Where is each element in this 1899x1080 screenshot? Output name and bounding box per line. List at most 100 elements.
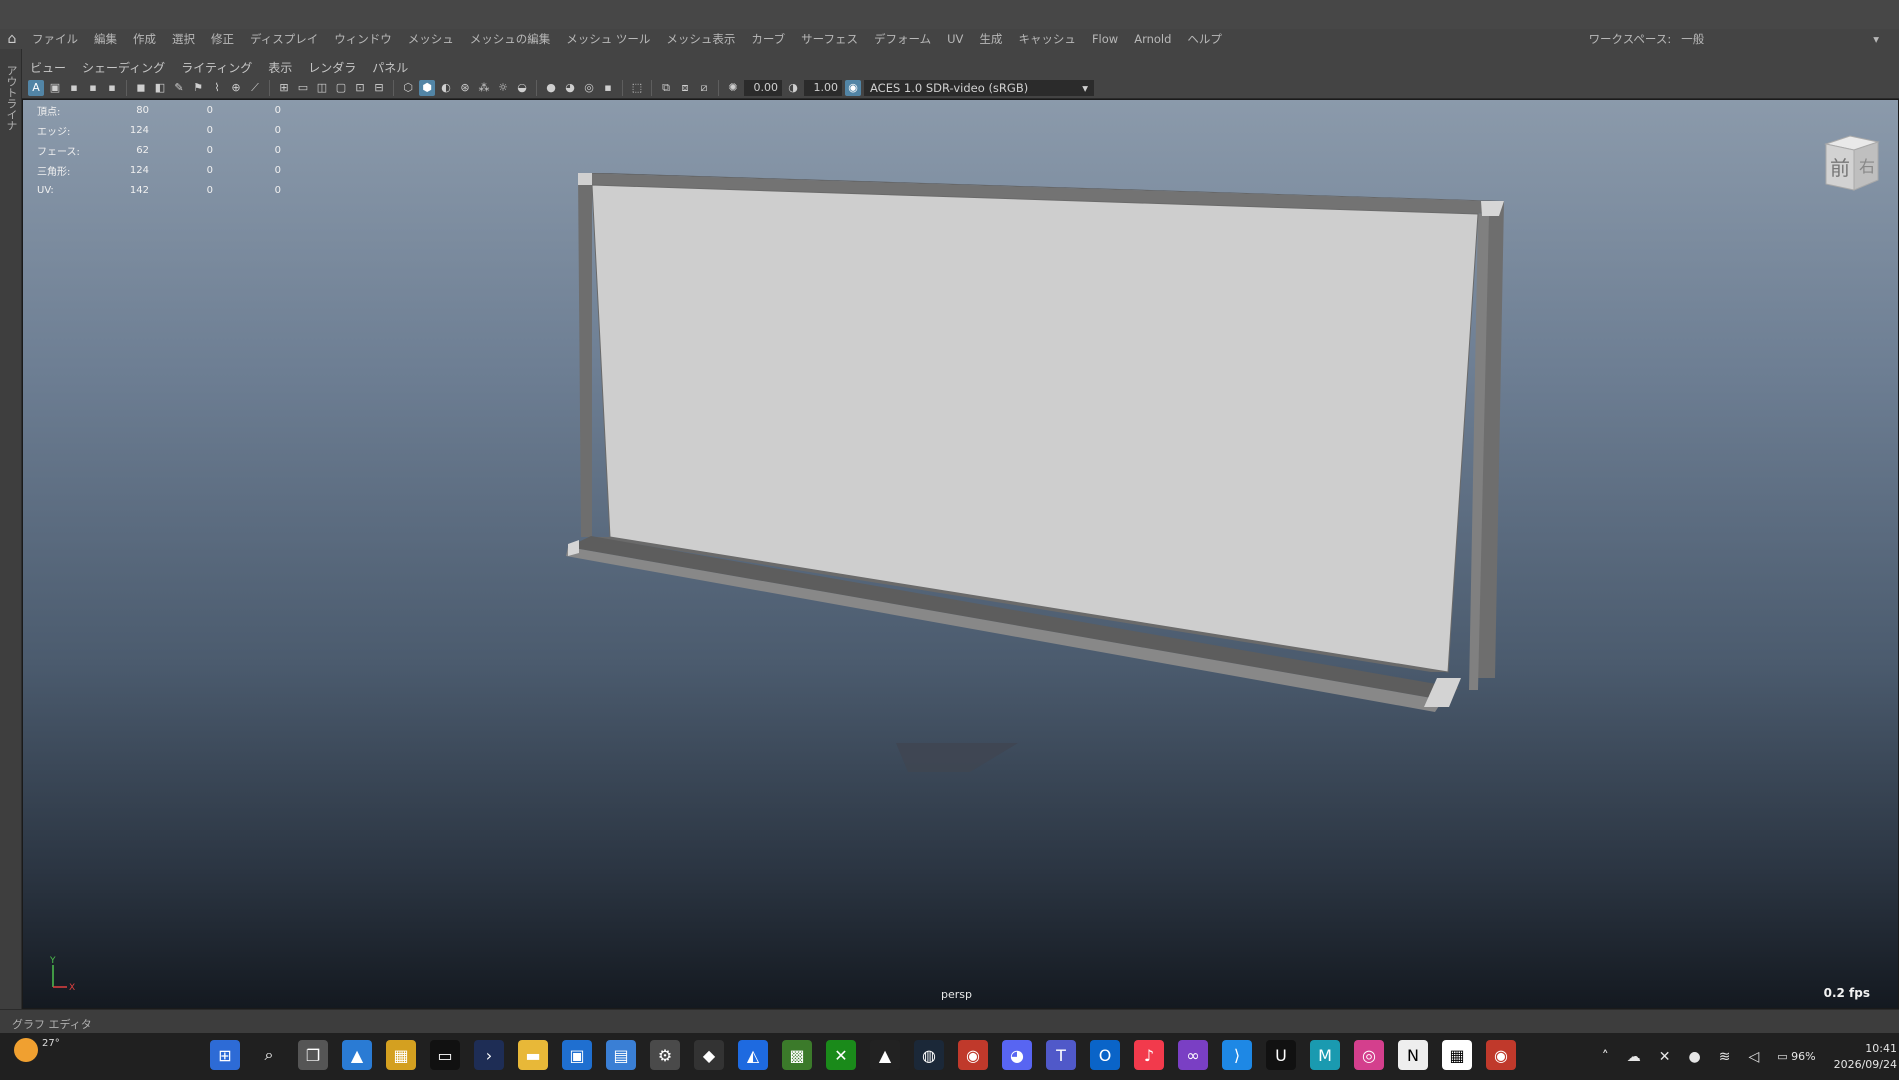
view-cube[interactable]: 前 右 [1816,130,1886,200]
view-transform-dropdown[interactable]: ACES 1.0 SDR-video (sRGB) ▾ [864,79,1094,96]
outlook-icon[interactable]: O [1090,1040,1120,1070]
paint-icon[interactable]: ⟋ [247,80,263,96]
field-chart-icon[interactable]: ⊡ [352,80,368,96]
chrome-icon[interactable]: ◉ [958,1040,988,1070]
textured-icon[interactable]: ⊛ [457,80,473,96]
minecraft-icon[interactable]: ▩ [782,1040,812,1070]
menu-modify[interactable]: 修正 [203,31,242,47]
viewcube-right-label[interactable]: 右 [1859,157,1875,176]
paint-icon[interactable]: ▦ [386,1040,416,1070]
steam-icon[interactable]: ◍ [914,1040,944,1070]
ambient-occlusion-icon[interactable]: ◒ [514,80,530,96]
workspace-value[interactable]: 一般 [1677,31,1867,47]
weather-widget[interactable]: 27° [14,1038,60,1062]
panel-menu-panels[interactable]: パネル [364,59,416,76]
teams-icon[interactable]: T [1046,1040,1076,1070]
menu-help[interactable]: ヘルプ [1179,31,1230,47]
affinity-icon[interactable]: ◭ [738,1040,768,1070]
workspace-selector[interactable]: ワークスペース: 一般 ▾ [1589,29,1879,49]
menu-surfaces[interactable]: サーフェス [793,31,866,47]
bookmark-icon[interactable]: ▪ [66,80,82,96]
menu-create[interactable]: 作成 [125,31,164,47]
terminal-icon[interactable]: ▭ [430,1040,460,1070]
menu-select[interactable]: 選択 [164,31,203,47]
panel-menu-view[interactable]: ビュー [22,59,74,76]
clock[interactable]: 10:41 2026/09/24 [1834,1041,1897,1073]
wifi-icon[interactable]: ≋ [1719,1049,1731,1065]
calendar-icon[interactable]: ▦ [1442,1040,1472,1070]
wireframe-on-shaded-icon[interactable]: ⊕ [228,80,244,96]
xray-joints-icon[interactable]: ⌇ [209,80,225,96]
default-material-icon[interactable]: ◐ [438,80,454,96]
epic-games-icon[interactable]: ▲ [870,1040,900,1070]
menu-cache[interactable]: キャッシュ [1010,31,1084,47]
chrome-2-icon[interactable]: ◉ [1486,1040,1516,1070]
select-camera-icon[interactable]: A [28,79,44,96]
xray-active-icon[interactable]: ⧉ [658,80,674,96]
color-management-icon[interactable]: ◉ [845,79,861,96]
menu-flow[interactable]: Flow [1084,32,1126,46]
panel-menu-shading[interactable]: シェーディング [74,59,173,76]
ms-store-icon[interactable]: ▣ [562,1040,592,1070]
safe-action-icon[interactable]: ⊟ [371,80,387,96]
menu-curves[interactable]: カーブ [743,31,793,47]
shadows-icon[interactable]: ☼ [495,80,511,96]
powershell-icon[interactable]: › [474,1040,504,1070]
menu-edit-mesh[interactable]: メッシュの編集 [462,31,559,47]
menu-uv[interactable]: UV [939,32,971,46]
gate-mask-icon[interactable]: ▢ [333,80,349,96]
xray-joints-toggle-icon[interactable]: ⧈ [677,80,693,96]
photos-icon[interactable]: ▲ [342,1040,372,1070]
backface-culling-icon[interactable]: ⧄ [696,80,712,96]
onedrive-icon[interactable]: ● [1689,1049,1701,1065]
menu-mesh-tools[interactable]: メッシュ ツール [558,31,658,47]
calculator-icon[interactable]: ▤ [606,1040,636,1070]
chevron-down-icon[interactable]: ▾ [1873,32,1879,46]
smooth-shade-icon[interactable]: ⬢ [419,79,435,96]
task-view-icon[interactable]: ❐ [298,1040,328,1070]
film-gate-icon[interactable]: ▭ [295,80,311,96]
visual-studio-icon[interactable]: ∞ [1178,1040,1208,1070]
xbox-icon[interactable]: ✕ [826,1040,856,1070]
exposure-icon[interactable]: ✺ [725,80,741,96]
music-icon[interactable]: ♪ [1134,1040,1164,1070]
file-explorer-icon[interactable]: ▬ [518,1040,548,1070]
menu-file[interactable]: ファイル [24,31,86,47]
menu-generate[interactable]: 生成 [971,31,1010,47]
gamma-field[interactable]: 1.00 [804,79,842,96]
graph-editor-tab[interactable]: グラフ エディタ [12,1016,92,1032]
menu-mesh[interactable]: メッシュ [400,31,462,47]
close-icon[interactable]: ✕ [1659,1049,1671,1065]
two-d-pan-icon[interactable]: ◧ [152,80,168,96]
grease-pencil-icon[interactable]: ✎ [171,80,187,96]
panel-menu-renderer[interactable]: レンダラ [300,59,364,76]
persp-viewport[interactable]: 頂点: 80 0 0 エッジ: 124 0 0 フェース: 62 0 0 三角形… [22,99,1899,1009]
menu-mesh-display[interactable]: メッシュ表示 [658,31,743,47]
panel-menu-lighting[interactable]: ライティング [173,59,260,76]
motion-blur-icon[interactable]: ● [543,80,559,96]
vscode-icon[interactable]: ⟩ [1222,1040,1252,1070]
windows-start-icon[interactable]: ⊞ [210,1040,240,1070]
chevron-up-icon[interactable]: ˄ [1602,1049,1609,1065]
xray-icon[interactable]: ⬚ [629,80,645,96]
menu-deform[interactable]: デフォーム [866,31,939,47]
resolution-gate-icon[interactable]: ◫ [314,80,330,96]
camera-icon[interactable]: ◼ [133,80,149,96]
exposure-field[interactable]: 0.00 [744,79,782,96]
lock-camera-icon[interactable]: ▣ [47,80,63,96]
camera-attributes-icon[interactable]: ▪ [104,80,120,96]
menu-edit[interactable]: 編集 [86,31,125,47]
cloud-icon[interactable]: ☁ [1627,1049,1641,1065]
grid-icon[interactable]: ⊞ [276,80,292,96]
menu-arnold[interactable]: Arnold [1126,32,1179,46]
wireframe-icon[interactable]: ⬡ [400,80,416,96]
outliner-tab[interactable]: アウトライナ [3,65,19,131]
home-icon[interactable]: ⌂ [0,29,24,49]
depth-of-field-icon[interactable]: ◎ [581,80,597,96]
anti-aliasing-icon[interactable]: ◕ [562,80,578,96]
settings-icon[interactable]: ⚙ [650,1040,680,1070]
speaker-muted-icon[interactable]: ◁ [1748,1049,1759,1065]
search-icon[interactable]: ⌕ [254,1040,284,1070]
unity-icon[interactable]: ◆ [694,1040,724,1070]
isolate-select-icon[interactable]: ▪ [600,80,616,96]
